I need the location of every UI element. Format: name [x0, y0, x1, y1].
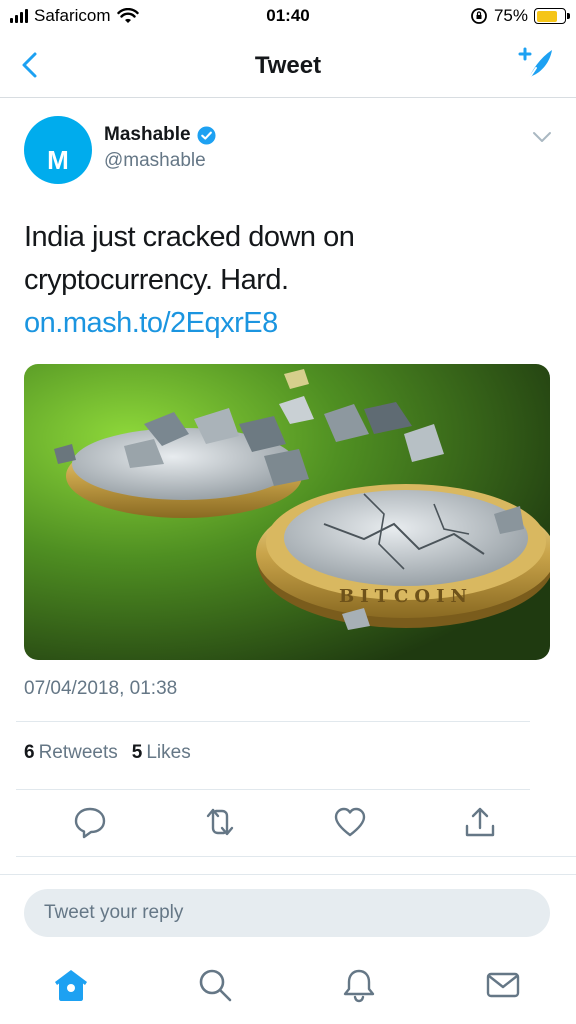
divider: [16, 856, 576, 857]
reply-input[interactable]: Tweet your reply: [24, 889, 550, 937]
tweet-stats: 6 Retweets 5 Likes: [24, 742, 191, 764]
retweets-stat[interactable]: 6 Retweets: [24, 742, 118, 764]
like-icon[interactable]: [332, 804, 368, 840]
bitcoin-image: BITCOIN: [24, 364, 550, 660]
avatar[interactable]: M: [24, 116, 92, 184]
battery-icon: [534, 8, 570, 24]
tweet: M Mashable @mashable India just cracked …: [24, 116, 552, 699]
retweets-count: 6: [24, 742, 35, 763]
reply-icon[interactable]: [72, 804, 108, 840]
tweet-author[interactable]: M Mashable @mashable: [24, 116, 552, 186]
chevron-down-icon[interactable]: [532, 130, 552, 144]
home-icon[interactable]: [52, 966, 90, 1004]
retweets-label: Retweets: [38, 742, 118, 763]
avatar-letter: M: [47, 145, 69, 175]
share-icon[interactable]: [462, 804, 498, 840]
verified-badge-icon: [197, 125, 216, 145]
page-title: Tweet: [254, 52, 322, 79]
reply-placeholder: Tweet your reply: [44, 902, 184, 923]
rotation-lock-icon: [471, 8, 487, 24]
tweet-image[interactable]: BITCOIN: [24, 364, 550, 660]
author-handle[interactable]: @mashable: [104, 150, 206, 172]
svg-text:BITCOIN: BITCOIN: [339, 586, 473, 607]
author-name-text: Mashable: [104, 124, 191, 145]
battery-percent: 75%: [493, 6, 528, 25]
battery-level-fill: [536, 10, 557, 22]
notifications-icon[interactable]: [340, 966, 378, 1004]
tab-bar: [0, 946, 576, 1024]
likes-stat[interactable]: 5 Likes: [132, 742, 191, 764]
nav-bar: Tweet: [0, 32, 576, 98]
tweet-link[interactable]: on.mash.to/2EqxrE8: [24, 307, 278, 340]
tweet-text: India just cracked down on cryptocurrenc…: [24, 221, 355, 296]
tweet-timestamp: 07/04/2018, 01:38: [24, 678, 178, 699]
divider: [16, 789, 530, 790]
status-right: 75%: [470, 6, 570, 26]
compose-tweet-icon[interactable]: [514, 46, 554, 84]
retweet-icon[interactable]: [202, 804, 238, 840]
status-bar: Safaricom 01:40 75%: [0, 0, 576, 32]
likes-count: 5: [131, 742, 143, 763]
divider: [16, 721, 530, 722]
reply-bar: Tweet your reply: [0, 874, 576, 946]
author-name[interactable]: Mashable: [104, 124, 216, 146]
likes-label: Likes: [146, 742, 191, 763]
search-icon[interactable]: [196, 966, 234, 1004]
tweet-actions: [0, 800, 576, 846]
messages-icon[interactable]: [484, 966, 522, 1004]
